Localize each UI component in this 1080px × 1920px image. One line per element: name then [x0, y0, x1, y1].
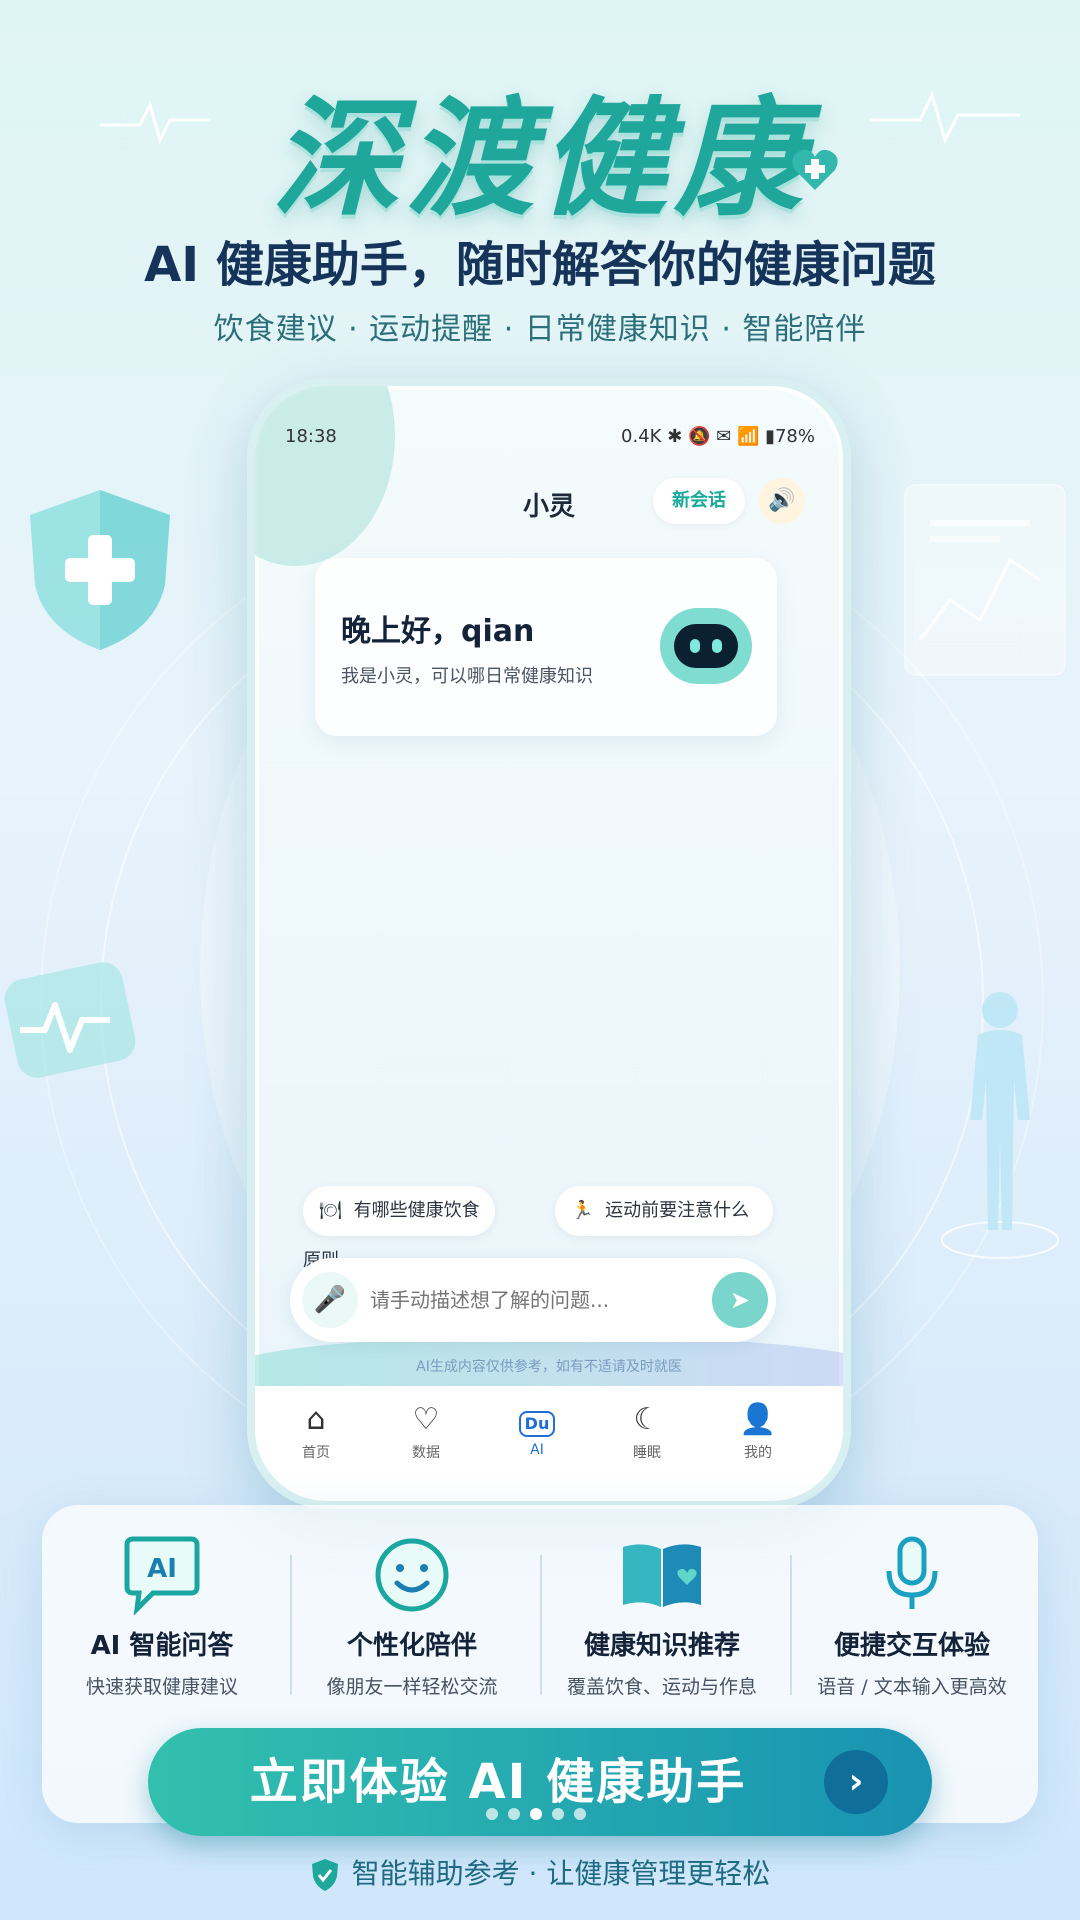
tab-label: 数据: [412, 1445, 440, 1461]
microphone-icon[interactable]: 🎤: [302, 1272, 358, 1328]
decorative-corner: [255, 386, 395, 566]
ai-disclaimer: AI生成内容仅供参考，如有不适请及时就医: [416, 1359, 682, 1375]
carousel-dots: [486, 1808, 596, 1822]
human-figure-icon: [941, 992, 1059, 1259]
suggestion-chip[interactable]: 🏃 运动前要注意什么: [555, 1186, 773, 1236]
carousel-dot[interactable]: [508, 1808, 520, 1820]
headline: AI 健康助手，随时解答你的健康问题: [144, 237, 936, 293]
tab-label: 我的: [744, 1445, 772, 1461]
tab-sleep[interactable]: ☾ 睡眠: [607, 1400, 687, 1462]
tab-data[interactable]: ♡ 数据: [386, 1400, 466, 1462]
tab-label: AI: [530, 1442, 544, 1458]
smile-icon: [367, 1535, 457, 1615]
tab-ai[interactable]: Du AI: [497, 1400, 577, 1458]
running-icon: 🏃: [571, 1200, 594, 1221]
speaker-icon[interactable]: 🔊: [759, 478, 805, 524]
microphone-graphic: [886, 1536, 938, 1609]
ai-chat-icon: AI: [117, 1535, 207, 1616]
feature-ai-qa: AI AI 智能问答 快速获取健康建议: [42, 1535, 282, 1699]
feature-desc: 快速获取健康建议: [85, 1676, 238, 1698]
feature-title: 便捷交互体验: [833, 1631, 990, 1661]
du-badge: Du: [518, 1411, 556, 1437]
smile-graphic: [375, 1538, 449, 1612]
carousel-dot[interactable]: [574, 1808, 586, 1820]
greeting-card: 晚上好，qian 我是小灵，可以哪日常健康知识: [315, 558, 777, 736]
robot-avatar-icon: [660, 608, 752, 684]
plate-icon: 🍽: [319, 1200, 342, 1221]
feature-desc: 覆盖饮食、运动与作息: [566, 1676, 757, 1698]
user-icon: 👤: [739, 1402, 777, 1437]
moon-icon: ☾: [633, 1402, 661, 1437]
tab-label: 睡眠: [633, 1445, 661, 1461]
carousel-dot[interactable]: [552, 1808, 564, 1820]
feature-interaction: 便捷交互体验 语音 / 文本输入更高效: [792, 1535, 1032, 1699]
greeting-title: 晚上好，qian: [341, 614, 535, 649]
ai-glyph: AI: [147, 1554, 177, 1584]
status-indicators: 0.4K ✱ 🔕 ✉ 📶 ▮78%: [621, 426, 815, 447]
microphone-icon: [867, 1535, 957, 1615]
tagline: 饮食建议 · 运动提醒 · 日常健康知识 · 智能陪伴: [213, 312, 867, 347]
app-title: 小灵: [522, 492, 575, 522]
bottom-tab-bar: ⌂ 首页 ♡ 数据 Du AI ☾ 睡眠 👤 我的: [255, 1386, 843, 1501]
feature-desc: 像朋友一样轻松交流: [326, 1676, 498, 1698]
tab-label: 首页: [302, 1445, 330, 1461]
du-icon: Du: [497, 1400, 577, 1440]
chat-input[interactable]: [370, 1258, 690, 1342]
heart-pulse-icon: ♡: [412, 1402, 440, 1437]
footer: 智能辅助参考 · 让健康管理更轻松: [0, 1852, 1080, 1892]
greeting-subtitle: 我是小灵，可以哪日常健康知识: [341, 666, 593, 687]
chat-input-bar: 🎤 ➤: [290, 1258, 776, 1342]
tab-home[interactable]: ⌂ 首页: [276, 1400, 356, 1462]
robot-eye: [690, 639, 700, 653]
home-icon: ⌂: [306, 1402, 326, 1437]
chevron-right-icon: ›: [824, 1750, 888, 1814]
feature-title: AI 智能问答: [90, 1631, 234, 1661]
chart-panel-icon: [904, 484, 1066, 676]
feature-desc: 语音 / 文本输入更高效: [817, 1676, 1007, 1698]
status-bar: 18:38 0.4K ✱ 🔕 ✉ 📶 ▮78%: [285, 426, 815, 456]
book-graphic: [623, 1544, 701, 1607]
carousel-dot-active[interactable]: [530, 1808, 542, 1820]
tab-profile[interactable]: 👤 我的: [718, 1400, 798, 1462]
heart-rate-card-icon: [4, 962, 136, 1078]
feature-title: 个性化陪伴: [346, 1631, 477, 1661]
robot-face: [674, 624, 738, 668]
carousel-dot[interactable]: [486, 1808, 498, 1820]
brand-title: 深渡健康: [271, 85, 808, 234]
status-time: 18:38: [285, 426, 337, 447]
robot-eye: [712, 639, 722, 653]
book-icon: [617, 1535, 707, 1615]
chip-label: 运动前要注意什么: [605, 1200, 750, 1221]
send-icon[interactable]: ➤: [712, 1272, 768, 1328]
ai-bubble-graphic: AI: [124, 1536, 200, 1616]
feature-companion: 个性化陪伴 像朋友一样轻松交流: [292, 1535, 532, 1699]
feature-knowledge: 健康知识推荐 覆盖饮食、运动与作息: [542, 1535, 782, 1699]
shield-check-icon: [311, 1859, 338, 1891]
suggestion-chip[interactable]: 🍽 有哪些健康饮食原则: [303, 1186, 495, 1271]
phone-mockup: 18:38 0.4K ✱ 🔕 ✉ 📶 ▮78% 小灵 新会话 🔊 晚上好，qia…: [247, 378, 851, 1509]
feature-title: 健康知识推荐: [583, 1631, 740, 1661]
footer-text: 智能辅助参考 · 让健康管理更轻松: [351, 1857, 771, 1890]
heart-plus-icon: [792, 149, 838, 190]
shield-plus-icon: [30, 490, 170, 650]
new-chat-button[interactable]: 新会话: [653, 478, 745, 524]
